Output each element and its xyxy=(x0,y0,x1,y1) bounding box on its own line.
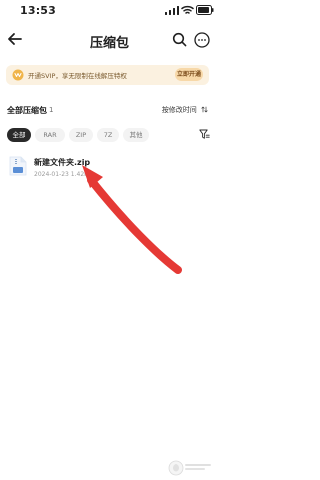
sort-arrows-icon xyxy=(201,106,208,113)
chip-other[interactable]: 其他 xyxy=(123,128,149,142)
sort-label: 按修改时间 xyxy=(161,106,197,114)
chip-all[interactable]: 全部 xyxy=(7,128,31,142)
watermark-logo xyxy=(168,460,211,476)
sort-button[interactable]: 按修改时间 xyxy=(162,105,208,115)
vip-icon xyxy=(12,69,24,81)
vip-banner[interactable]: 开通SVIP，享无限制在线解压特权 立即开通 xyxy=(6,65,209,85)
file-size: 1.42MB xyxy=(70,171,94,178)
chip-7z[interactable]: 7Z xyxy=(97,128,119,142)
more-icon[interactable] xyxy=(194,32,210,48)
wifi-icon xyxy=(181,5,194,14)
signal-icon xyxy=(165,6,179,15)
chip-zip[interactable]: ZIP xyxy=(69,128,93,142)
search-icon[interactable] xyxy=(172,32,187,47)
battery-icon xyxy=(196,5,214,15)
nav-bar: 压缩包 xyxy=(0,26,219,56)
screen: 13:53 压缩包 开通SVIP，享无限制在线解压特权 立即开通 全部压缩包 1… xyxy=(0,0,219,480)
file-date: 2024-01-23 xyxy=(34,171,69,178)
file-name: 新建文件夹.zip xyxy=(34,158,91,167)
list-header: 全部压缩包 1 按修改时间 xyxy=(7,105,212,119)
archive-count: 1 xyxy=(49,106,54,114)
vip-banner-text: 开通SVIP，享无限制在线解压特权 xyxy=(28,72,127,80)
file-meta: 2024-01-23 1.42MB xyxy=(34,171,93,178)
status-bar: 13:53 xyxy=(0,0,219,22)
chip-rar[interactable]: RAR xyxy=(35,128,65,142)
filter-icon[interactable] xyxy=(199,129,210,140)
status-time: 13:53 xyxy=(20,4,57,17)
activate-vip-button[interactable]: 立即开通 xyxy=(175,68,203,81)
file-item[interactable]: 新建文件夹.zip 2024-01-23 1.42MB xyxy=(7,154,212,188)
zip-file-icon xyxy=(9,156,27,176)
section-title: 全部压缩包 xyxy=(7,106,47,115)
filter-chips: 全部 RAR ZIP 7Z 其他 xyxy=(7,128,212,144)
